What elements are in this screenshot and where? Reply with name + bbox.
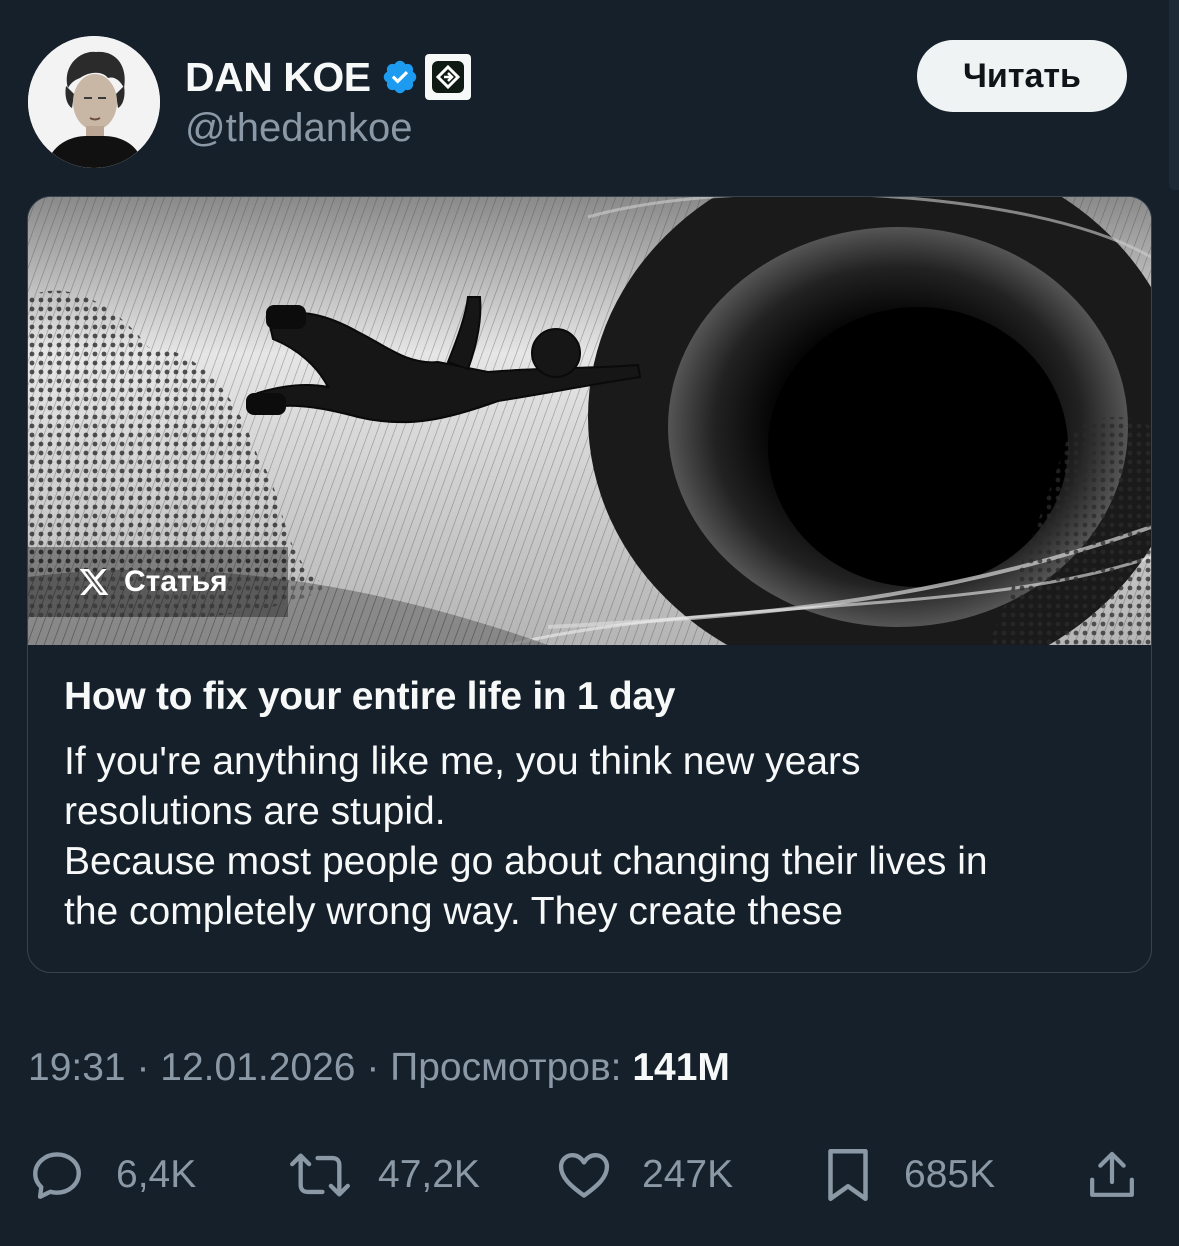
reply-count: 6,4K [116,1153,197,1196]
excerpt-line: Because most people go about changing th… [64,840,988,883]
share-button[interactable] [1084,1140,1140,1210]
article-card[interactable]: Статья How to fix your entire life in 1 … [27,196,1152,973]
article-badge: Статья [78,565,228,599]
like-button[interactable]: 247K [554,1140,733,1210]
handle[interactable]: @thedankoe [185,106,471,151]
scrollbar-thumb[interactable] [1169,0,1179,190]
post-time[interactable]: 19:31 [28,1046,126,1089]
views-count: 141M [632,1046,730,1089]
repost-count: 47,2K [378,1153,480,1196]
author-block: DAN KOE @thedankoe [185,52,471,151]
article-title[interactable]: How to fix your entire life in 1 day [64,675,675,719]
post-meta: 19:31 · 12.01.2026 · Просмотров: 141M [28,1046,730,1090]
excerpt-line: If you're anything like me, you think ne… [64,740,861,783]
heart-icon [558,1153,610,1198]
name-row: DAN KOE [185,52,471,102]
excerpt-line: the completely wrong way. They create th… [64,890,843,933]
share-icon [1090,1151,1134,1197]
repost-icon [290,1153,350,1197]
read-button[interactable]: Читать [917,40,1127,112]
bookmark-button[interactable]: 685K [822,1140,995,1210]
verified-badge-icon[interactable] [381,58,419,96]
avatar-image [28,36,160,168]
repost-button[interactable]: 47,2K [288,1140,480,1210]
post-header: DAN KOE @thedankoe Читать [28,36,1149,172]
meta-separator: · [125,1046,161,1089]
reply-icon [33,1152,81,1199]
x-logo-icon [79,569,109,595]
article-badge-label: Статья [124,565,228,598]
post-date[interactable]: 12.01.2026 [160,1046,355,1089]
bookmark-icon [828,1149,868,1201]
display-name[interactable]: DAN KOE [185,54,371,101]
excerpt-line: resolutions are stupid. [64,790,446,833]
like-count: 247K [642,1153,734,1196]
avatar[interactable] [28,36,160,168]
meta-separator: · [355,1046,391,1089]
bookmark-count: 685K [904,1153,996,1196]
views-label: Просмотров: [390,1046,622,1089]
reply-button[interactable]: 6,4K [28,1140,196,1210]
action-bar: 6,4K 47,2K 247K 685K [0,1140,1179,1210]
article-excerpt: If you're anything like me, you think ne… [64,737,1114,937]
affiliate-badge-icon[interactable] [424,54,471,100]
